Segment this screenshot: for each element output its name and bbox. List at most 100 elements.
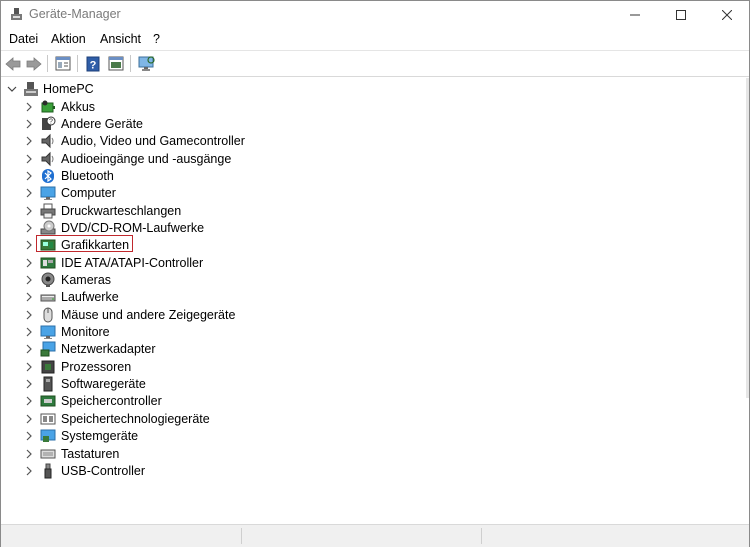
tree-item-label: Monitore — [61, 325, 110, 340]
tree-item-label: IDE ATA/ATAPI-Controller — [61, 255, 204, 270]
tree-item[interactable]: Speichercontroller — [1, 393, 741, 410]
tree-item[interactable]: Mäuse und andere Zeigegeräte — [1, 307, 741, 324]
toolbar-separator — [47, 55, 48, 72]
software-device-icon — [43, 376, 53, 392]
usb-icon — [44, 463, 52, 479]
title-bar[interactable]: Geräte-Manager — [1, 1, 749, 28]
tree-item[interactable]: Speichertechnologiegeräte — [1, 411, 741, 428]
update-driver-button[interactable] — [106, 54, 126, 73]
expand-chevron-icon[interactable] — [23, 100, 35, 114]
tree-item[interactable]: Akkus — [1, 99, 741, 116]
properties-button[interactable] — [53, 54, 73, 73]
computer-icon — [40, 186, 56, 201]
tree-item[interactable]: Bluetooth — [1, 168, 741, 185]
expand-chevron-icon[interactable] — [23, 204, 35, 218]
tree-item-label: Softwaregeräte — [61, 377, 146, 392]
tree-item[interactable]: Monitore — [1, 324, 741, 341]
menu-bar: Datei Aktion Ansicht ? — [1, 29, 749, 49]
menu-ansicht[interactable]: Ansicht — [100, 32, 141, 46]
menu-aktion[interactable]: Aktion — [51, 32, 86, 46]
tree-item-label: Speichercontroller — [61, 394, 162, 409]
tree-item-label: Audio, Video und Gamecontroller — [61, 134, 245, 149]
tree-item[interactable]: ? Andere Geräte — [1, 116, 741, 133]
expand-chevron-icon[interactable] — [23, 308, 35, 322]
tree-item[interactable]: Computer — [1, 185, 741, 202]
tree-item-label: Laufwerke — [61, 290, 119, 305]
tree-item-label: Andere Geräte — [61, 116, 143, 131]
expand-chevron-icon[interactable] — [23, 134, 35, 148]
tree-item-label: Akkus — [61, 99, 96, 114]
tree-item-label: DVD/CD-ROM-Laufwerke — [61, 220, 205, 235]
expand-chevron-icon[interactable] — [23, 117, 35, 131]
device-manager-window: Geräte-Manager Datei Aktion Ansicht ? ? … — [0, 0, 750, 547]
hard-drive-icon — [40, 294, 56, 302]
tree-item-label: Netzwerkadapter — [61, 342, 156, 357]
help-button[interactable]: ? — [83, 54, 103, 73]
tree-item-label: Prozessoren — [61, 359, 132, 374]
expand-chevron-icon[interactable] — [23, 290, 35, 304]
tree-item[interactable]: Softwaregeräte — [1, 376, 741, 393]
expand-chevron-icon[interactable] — [23, 238, 35, 252]
camera-icon — [41, 272, 55, 287]
tree-item[interactable]: Grafikkarten — [1, 235, 741, 254]
help-icon: ? — [86, 56, 100, 71]
expand-chevron-icon[interactable] — [23, 221, 35, 235]
expand-chevron-icon[interactable] — [23, 152, 35, 166]
collapse-chevron-icon[interactable] — [6, 82, 18, 96]
tree-item[interactable]: Laufwerke — [1, 289, 741, 306]
tree-item[interactable]: USB-Controller — [1, 463, 741, 480]
menu-datei[interactable]: Datei — [9, 32, 38, 46]
expand-chevron-icon[interactable] — [23, 342, 35, 356]
device-tree[interactable]: HomePC Akkus ? Andere Geräte Audio, Video u… — [1, 78, 749, 522]
memory-tech-icon — [40, 413, 56, 425]
ide-controller-icon — [40, 257, 56, 269]
forward-button[interactable] — [24, 54, 44, 73]
monitor-icon — [40, 325, 56, 340]
tree-item-label: Bluetooth — [61, 168, 114, 183]
expand-chevron-icon[interactable] — [23, 360, 35, 374]
expand-chevron-icon[interactable] — [23, 325, 35, 339]
tree-item-label: Systemgeräte — [61, 429, 139, 444]
tree-item-label: Mäuse und andere Zeigegeräte — [61, 307, 236, 322]
tree-item[interactable]: Druckwarteschlangen — [1, 203, 741, 220]
expand-chevron-icon[interactable] — [23, 169, 35, 183]
expand-chevron-icon[interactable] — [23, 256, 35, 270]
tree-item-label: Speichertechnologiegeräte — [61, 411, 210, 426]
back-button[interactable] — [3, 54, 23, 73]
forward-icon — [26, 56, 42, 71]
expand-chevron-icon[interactable] — [23, 464, 35, 478]
minimize-button[interactable] — [612, 1, 658, 28]
keyboard-icon — [40, 449, 56, 458]
close-icon — [722, 9, 732, 20]
tree-root[interactable]: HomePC — [1, 81, 741, 98]
status-bar — [1, 524, 749, 547]
expand-chevron-icon[interactable] — [23, 412, 35, 426]
network-adapter-icon — [40, 341, 56, 357]
processor-icon — [41, 360, 55, 374]
tree-item[interactable]: Systemgeräte — [1, 428, 741, 445]
tree-item[interactable]: IDE ATA/ATAPI-Controller — [1, 255, 741, 272]
expand-chevron-icon[interactable] — [23, 186, 35, 200]
expand-chevron-icon[interactable] — [23, 447, 35, 461]
expand-chevron-icon[interactable] — [23, 377, 35, 391]
maximize-button[interactable] — [658, 1, 704, 28]
expand-chevron-icon[interactable] — [23, 273, 35, 287]
close-button[interactable] — [704, 1, 750, 28]
scan-hardware-button[interactable] — [136, 54, 156, 73]
expand-chevron-icon[interactable] — [23, 394, 35, 408]
scrollbar[interactable] — [746, 78, 749, 398]
tree-item[interactable]: Tastaturen — [1, 446, 741, 463]
tree-item-label: Computer — [61, 186, 116, 201]
tree-item[interactable]: Audio, Video und Gamecontroller — [1, 133, 741, 150]
tree-item[interactable]: Prozessoren — [1, 359, 741, 376]
storage-controller-icon — [40, 395, 56, 407]
tree-item[interactable]: Audioeingänge und -ausgänge — [1, 151, 741, 168]
disc-drive-icon — [40, 220, 56, 235]
tree-root-label: HomePC — [43, 82, 94, 96]
system-device-icon — [40, 429, 56, 443]
tree-item[interactable]: Kameras — [1, 272, 741, 289]
menu-help[interactable]: ? — [153, 32, 160, 46]
device-manager-app-icon — [11, 8, 22, 20]
tree-item[interactable]: Netzwerkadapter — [1, 341, 741, 358]
expand-chevron-icon[interactable] — [23, 429, 35, 443]
